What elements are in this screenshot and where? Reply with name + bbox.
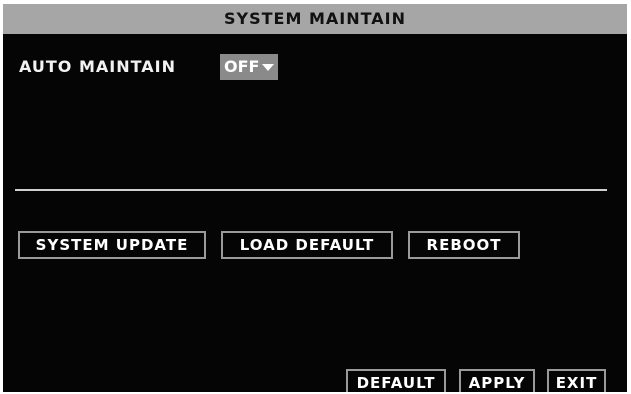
exit-button[interactable]: EXIT [547, 369, 606, 392]
load-default-button[interactable]: LOAD DEFAULT [221, 231, 393, 259]
apply-button[interactable]: APPLY [459, 369, 535, 392]
auto-maintain-dropdown[interactable]: OFF [220, 54, 279, 80]
chevron-down-icon [262, 63, 275, 71]
section-divider [15, 189, 607, 191]
dialog-title: SYSTEM MAINTAIN [3, 4, 627, 34]
system-update-button[interactable]: SYSTEM UPDATE [18, 231, 206, 259]
auto-maintain-value: OFF [224, 57, 260, 76]
auto-maintain-label: AUTO MAINTAIN [19, 57, 177, 76]
reboot-button[interactable]: REBOOT [408, 231, 520, 259]
system-maintain-dialog: SYSTEM MAINTAIN AUTO MAINTAIN OFF SYSTEM… [3, 4, 627, 392]
default-button[interactable]: DEFAULT [346, 369, 446, 392]
